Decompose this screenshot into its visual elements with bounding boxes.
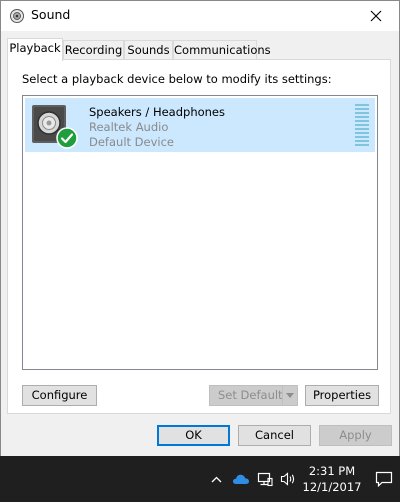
button-label: Properties	[312, 388, 372, 402]
configure-button[interactable]: Configure	[22, 385, 97, 406]
tab-label: Sounds	[127, 43, 170, 57]
clock-date: 12/1/2017	[302, 480, 362, 494]
onedrive-button[interactable]	[229, 456, 253, 502]
apply-button[interactable]: Apply	[319, 425, 392, 446]
sound-dialog: Sound Playback Recording Sounds Communic…	[0, 0, 400, 457]
button-label: Configure	[31, 388, 88, 402]
button-label: Set Default	[218, 388, 283, 402]
tab-communications[interactable]: Communications	[173, 40, 271, 60]
tab-sounds[interactable]: Sounds	[124, 40, 173, 60]
dialog-client-area: Playback Recording Sounds Communications…	[1, 31, 399, 457]
tab-label: Playback	[9, 41, 61, 55]
button-label: Apply	[339, 428, 372, 442]
tab-playback[interactable]: Playback	[7, 38, 63, 61]
tab-label: Recording	[64, 43, 123, 57]
volume-button[interactable]	[277, 456, 299, 502]
onedrive-cloud-icon	[232, 474, 249, 484]
ok-button[interactable]: OK	[157, 425, 230, 446]
taskbar: 2:31 PM 12/1/2017	[0, 456, 400, 502]
properties-button[interactable]: Properties	[305, 385, 379, 406]
device-item-speakers[interactable]: Speakers / Headphones Realtek Audio Defa…	[25, 98, 375, 152]
button-label: Cancel	[255, 428, 294, 442]
instruction-text: Select a playback device below to modify…	[22, 72, 332, 86]
volume-level-meter	[355, 104, 369, 146]
close-button[interactable]	[353, 1, 399, 31]
tab-recording[interactable]: Recording	[63, 40, 124, 60]
show-hidden-icons-button[interactable]	[205, 456, 227, 502]
title-bar[interactable]: Sound	[1, 1, 399, 31]
window-title: Sound	[31, 7, 71, 22]
set-default-dropdown[interactable]	[282, 386, 297, 405]
cancel-button[interactable]: Cancel	[238, 425, 311, 446]
network-button[interactable]	[254, 456, 276, 502]
network-icon	[257, 472, 273, 486]
chevron-up-icon	[211, 476, 221, 482]
device-name: Speakers / Headphones	[89, 105, 226, 119]
action-center-icon	[375, 471, 393, 487]
device-status: Default Device	[89, 135, 175, 149]
volume-icon	[280, 472, 294, 486]
playback-device-list[interactable]: Speakers / Headphones Realtek Audio Defa…	[22, 95, 378, 370]
playback-panel: Select a playback device below to modify…	[7, 59, 391, 414]
set-default-button[interactable]: Set Default	[209, 385, 298, 406]
button-label: OK	[185, 428, 202, 442]
taskbar-clock[interactable]: 2:31 PM 12/1/2017	[300, 463, 364, 495]
chevron-down-icon	[286, 393, 294, 398]
default-check-icon	[56, 127, 78, 149]
clock-time: 2:31 PM	[308, 464, 356, 478]
tab-label: Communications	[174, 43, 271, 57]
device-driver: Realtek Audio	[89, 120, 169, 134]
action-center-button[interactable]	[370, 456, 398, 502]
sound-app-icon	[10, 9, 24, 23]
close-icon	[370, 10, 382, 22]
